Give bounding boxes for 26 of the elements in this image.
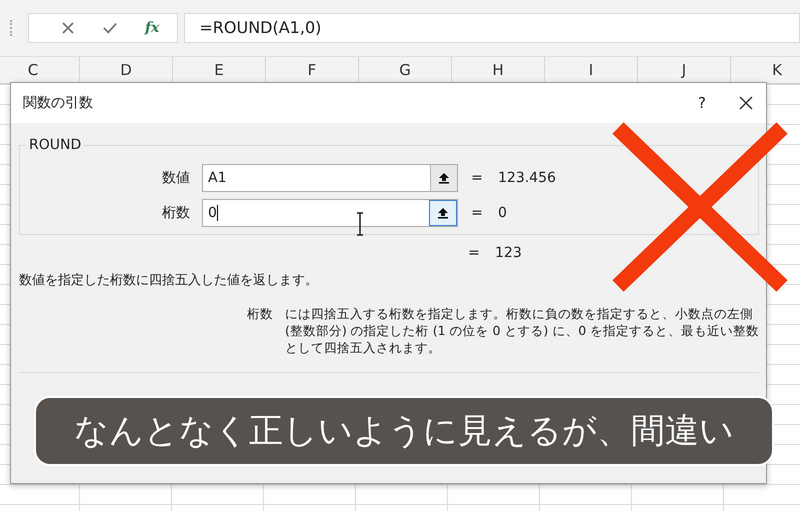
collapse-dialog-button[interactable] xyxy=(430,164,457,190)
dialog-title: 関数の引数 xyxy=(23,94,94,112)
formula-field[interactable]: =ROUND(A1,0) xyxy=(184,13,800,43)
checkmark-icon[interactable] xyxy=(103,21,117,35)
text-cursor-icon xyxy=(355,212,365,236)
insert-function-button[interactable]: fx xyxy=(145,20,160,36)
argument-description: には四捨五入する桁数を指定します。桁数に負の数を指定すると、小数点の左側 (整数部分) の指定した桁 (1 の位を 0 とする) に、0 を指定すると、最も近い整数として四捨五入されます。 xyxy=(285,305,760,356)
argument-result: 123.456 xyxy=(498,170,556,186)
equals-sign: = xyxy=(470,170,484,186)
argument-label: 数値 xyxy=(161,168,191,186)
cancel-icon[interactable] xyxy=(61,21,75,35)
argument-result: 0 xyxy=(498,204,507,220)
collapse-dialog-button[interactable] xyxy=(429,200,457,226)
argument-name: 桁数 xyxy=(247,305,274,323)
close-icon[interactable] xyxy=(739,96,753,110)
function-description: 数値を指定した桁数に四捨五入した値を返します。 xyxy=(19,272,319,289)
argument-label: 桁数 xyxy=(161,204,191,222)
argument-field[interactable]: A1 xyxy=(202,164,458,192)
caption-banner: なんとなく正しいように見えるが、間違い xyxy=(34,396,774,466)
equals-sign: = xyxy=(467,245,481,263)
arrow-up-icon xyxy=(437,206,449,218)
argument-field[interactable]: 0 xyxy=(202,198,458,226)
arrow-up-icon xyxy=(438,172,450,184)
help-button[interactable]: ? xyxy=(677,94,727,112)
function-result: 123 xyxy=(495,245,522,263)
equals-sign: = xyxy=(470,204,484,220)
